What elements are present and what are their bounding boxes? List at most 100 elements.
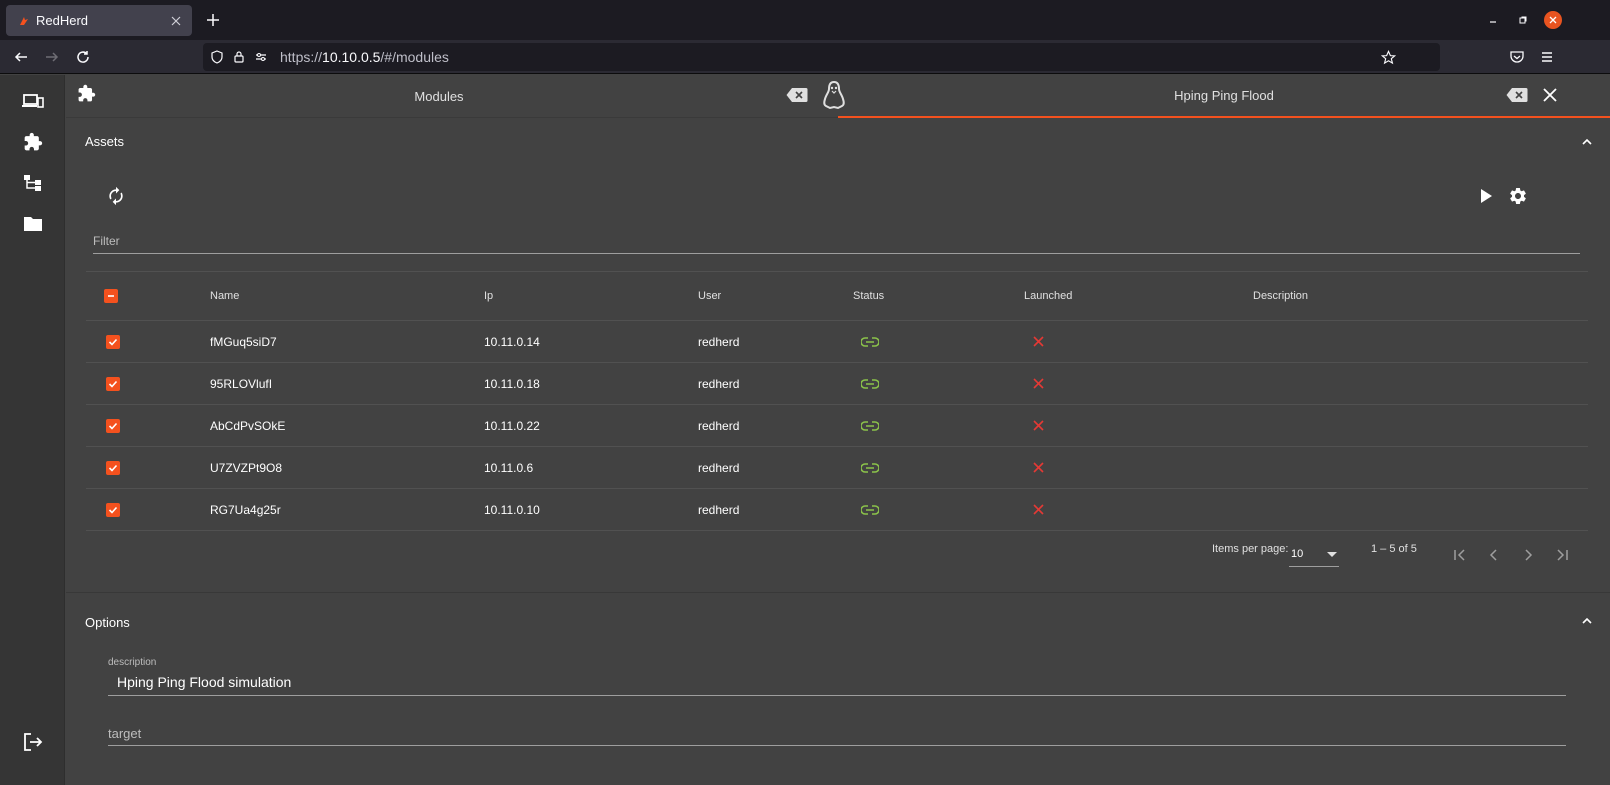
cell-ip: 10.11.0.22 — [484, 418, 540, 433]
table-row[interactable]: U7ZVZPt9O8 10.11.0.6 redherd — [86, 447, 1588, 489]
play-icon[interactable] — [1478, 188, 1494, 204]
forward-icon[interactable] — [43, 48, 61, 66]
previous-page-icon[interactable] — [1484, 545, 1504, 565]
table-row[interactable]: AbCdPvSOkE 10.11.0.22 redherd — [86, 405, 1588, 447]
cell-name: U7ZVZPt9O8 — [210, 460, 283, 475]
cell-user: redherd — [698, 460, 740, 475]
lock-icon[interactable] — [231, 49, 247, 65]
minimize-icon[interactable] — [1485, 12, 1501, 28]
column-header-name[interactable]: Name — [210, 272, 239, 320]
row-checkbox[interactable] — [106, 334, 120, 349]
description-field[interactable]: Hping Ping Flood simulation — [117, 674, 291, 690]
row-checkbox-cell — [106, 447, 120, 488]
row-checkbox-cell — [106, 321, 120, 362]
cell-ip: 10.11.0.10 — [484, 502, 540, 517]
next-page-icon[interactable] — [1518, 545, 1538, 565]
row-checkbox-cell — [106, 405, 120, 446]
table-row[interactable]: 95RLOVlufI 10.11.0.18 redherd — [86, 363, 1588, 405]
reload-icon[interactable] — [74, 48, 92, 66]
browser-tab[interactable]: RedHerd — [6, 5, 192, 36]
column-header-description[interactable]: Description — [1253, 272, 1308, 320]
restore-icon[interactable] — [1515, 12, 1531, 28]
row-checkbox[interactable] — [106, 376, 120, 391]
bookmark-star-icon[interactable] — [1380, 49, 1396, 65]
topology-icon[interactable] — [21, 171, 45, 195]
folder-icon[interactable] — [21, 212, 45, 236]
menu-icon[interactable] — [1538, 48, 1556, 66]
cell-user: redherd — [698, 502, 740, 517]
items-per-page-select[interactable]: 10 — [1289, 545, 1339, 567]
status-link-icon — [861, 363, 879, 404]
column-header-ip[interactable]: Ip — [484, 272, 493, 320]
cell-user: redherd — [698, 376, 740, 391]
cell-name: RG7Ua4g25r — [210, 502, 281, 517]
cell-ip: 10.11.0.18 — [484, 376, 540, 391]
new-tab-icon[interactable] — [204, 11, 222, 29]
assets-table: Name Ip User Status Launched Description… — [86, 271, 1588, 531]
logout-icon[interactable] — [21, 730, 45, 754]
last-page-icon[interactable] — [1552, 545, 1572, 565]
puzzle-icon[interactable] — [21, 130, 45, 154]
refresh-icon[interactable] — [106, 186, 126, 206]
row-checkbox[interactable] — [106, 460, 120, 475]
row-checkbox[interactable] — [106, 502, 120, 517]
devices-icon[interactable] — [21, 89, 45, 113]
url-prefix: https:// — [280, 49, 323, 65]
select-all-cell — [104, 272, 118, 320]
close-tab-icon[interactable] — [166, 11, 186, 31]
gear-icon[interactable] — [1508, 186, 1528, 206]
dropdown-arrow-icon — [1327, 552, 1337, 558]
items-per-page-label: Items per page: — [1212, 543, 1289, 555]
url-host: 10.10.0.5 — [322, 49, 381, 65]
linux-tux-icon — [821, 80, 847, 110]
launched-x-icon — [1033, 405, 1044, 446]
back-icon[interactable] — [12, 48, 30, 66]
column-header-launched[interactable]: Launched — [1024, 272, 1072, 320]
options-panel-title[interactable]: Options — [85, 615, 130, 630]
tab-hping-ping-flood-label: Hping Ping Flood — [1174, 88, 1274, 103]
launched-x-icon — [1033, 489, 1044, 530]
first-page-icon[interactable] — [1450, 545, 1470, 565]
url-bar[interactable]: https://10.10.0.5/#/modules — [203, 43, 1440, 71]
table-header: Name Ip User Status Launched Description — [86, 271, 1588, 321]
cell-user: redherd — [698, 334, 740, 349]
options-panel: Options — [66, 593, 1610, 785]
column-header-status[interactable]: Status — [853, 272, 884, 320]
target-field[interactable]: target — [108, 726, 141, 741]
status-link-icon — [861, 489, 879, 530]
column-header-user[interactable]: User — [698, 272, 721, 320]
assets-panel-title[interactable]: Assets — [85, 134, 124, 149]
browser-tab-title: RedHerd — [36, 13, 89, 28]
filter-input[interactable]: Filter — [93, 234, 120, 248]
cell-name: fMGuq5siD7 — [210, 334, 277, 349]
window-close-icon[interactable] — [1544, 11, 1562, 29]
shield-icon[interactable] — [209, 49, 225, 65]
permissions-icon[interactable] — [253, 49, 269, 65]
url-text: https://10.10.0.5/#/modules — [280, 49, 449, 65]
range-label: 1 – 5 of 5 — [1371, 543, 1417, 555]
close-icon[interactable] — [1543, 88, 1557, 102]
table-row[interactable]: fMGuq5siD7 10.11.0.14 redherd — [86, 321, 1588, 363]
row-checkbox[interactable] — [106, 418, 120, 433]
close-module-tab-icon[interactable] — [1506, 87, 1528, 103]
table-row[interactable]: RG7Ua4g25r 10.11.0.10 redherd — [86, 489, 1588, 531]
status-link-icon — [861, 447, 879, 488]
target-underline — [108, 745, 1566, 746]
side-nav — [0, 75, 65, 785]
close-modules-tab-icon[interactable] — [786, 87, 808, 103]
select-all-checkbox[interactable] — [104, 289, 118, 303]
description-underline — [108, 695, 1566, 696]
tab-hping-ping-flood[interactable]: Hping Ping Flood — [838, 75, 1610, 118]
pocket-icon[interactable] — [1508, 48, 1526, 66]
module-tabs: Modules Hping Ping Flood — [66, 75, 1610, 118]
tab-modules-label: Modules — [414, 89, 464, 104]
tab-modules[interactable]: Modules — [66, 75, 812, 118]
cell-ip: 10.11.0.6 — [484, 460, 534, 475]
browser-nav-bar: https://10.10.0.5/#/modules — [0, 40, 1610, 74]
cell-user: redherd — [698, 418, 740, 433]
row-checkbox-cell — [106, 363, 120, 404]
cell-name: 95RLOVlufI — [210, 376, 273, 391]
row-checkbox-cell — [106, 489, 120, 530]
collapse-options-chevron-up-icon[interactable] — [1579, 613, 1595, 629]
collapse-assets-chevron-up-icon[interactable] — [1579, 134, 1595, 150]
